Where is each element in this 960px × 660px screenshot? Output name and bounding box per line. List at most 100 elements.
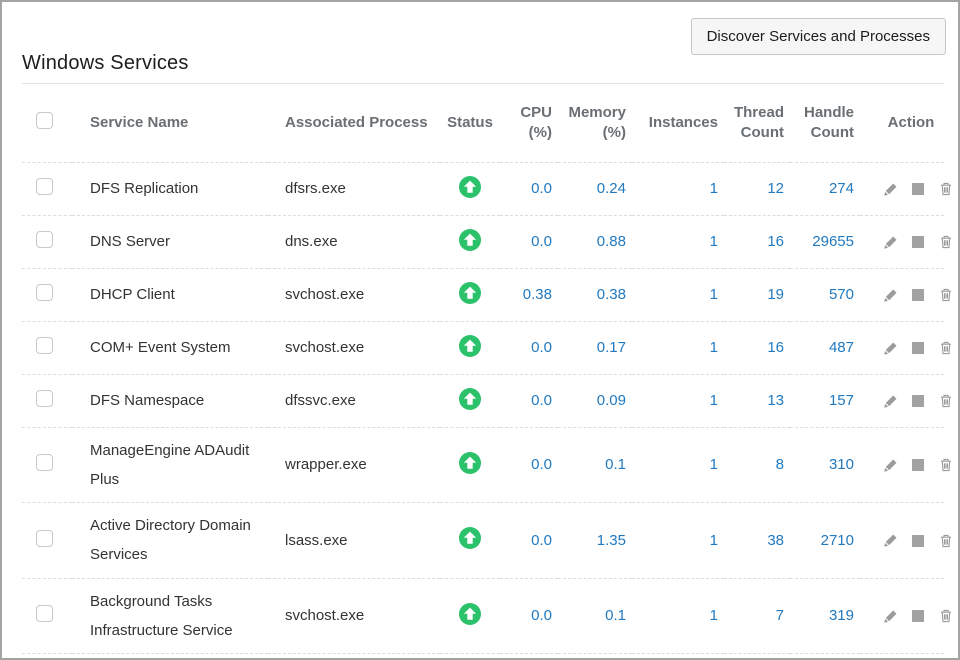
memory-value[interactable]: 0.09 [597,392,626,409]
stop-square-icon[interactable] [912,459,924,471]
action-cell [860,321,944,374]
status-up-arrow-icon [458,334,482,358]
handle-count-value[interactable]: 29655 [812,233,854,250]
handle-count-value[interactable]: 2710 [821,532,854,549]
windows-services-table: Service Name Associated Process Status C… [22,84,944,654]
row-select-cell [22,503,72,579]
associated-process: svchost.exe [285,286,364,303]
thread-count-value[interactable]: 7 [776,607,784,624]
row-checkbox[interactable] [36,178,53,195]
thread-count-value[interactable]: 38 [767,532,784,549]
stop-square-icon[interactable] [912,183,924,195]
stop-square-icon[interactable] [912,395,924,407]
memory-value[interactable]: 0.1 [605,456,626,473]
delete-trash-icon[interactable] [938,340,954,356]
edit-pencil-icon[interactable] [883,458,898,473]
edit-pencil-icon[interactable] [883,394,898,409]
delete-trash-icon[interactable] [938,533,954,549]
cpu-cell: 0.0 [500,162,558,215]
col-header-memory: Memory (%) [558,84,632,162]
stop-square-icon[interactable] [912,289,924,301]
handle-count-value[interactable]: 274 [829,180,854,197]
service-row: ManageEngine ADAudit Plus wrapper.exe 0.… [22,427,944,503]
service-name-cell: DFS Replication [72,162,268,215]
stop-square-icon[interactable] [912,610,924,622]
cpu-value[interactable]: 0.0 [531,233,552,250]
row-checkbox[interactable] [36,454,53,471]
status-cell [440,162,500,215]
action-cell [860,215,944,268]
cpu-value[interactable]: 0.0 [531,180,552,197]
instances-value[interactable]: 1 [710,607,718,624]
instances-cell: 1 [632,503,724,579]
cpu-value[interactable]: 0.0 [531,532,552,549]
stop-square-icon[interactable] [912,236,924,248]
handle-count-value[interactable]: 157 [829,392,854,409]
row-checkbox[interactable] [36,390,53,407]
status-up-arrow-icon [458,602,482,626]
edit-pencil-icon[interactable] [883,182,898,197]
delete-trash-icon[interactable] [938,181,954,197]
cpu-value[interactable]: 0.0 [531,456,552,473]
stop-square-icon[interactable] [912,342,924,354]
thread-count-value[interactable]: 8 [776,456,784,473]
row-checkbox[interactable] [36,605,53,622]
delete-trash-icon[interactable] [938,608,954,624]
instances-value[interactable]: 1 [710,286,718,303]
cpu-value[interactable]: 0.0 [531,392,552,409]
row-checkbox[interactable] [36,337,53,354]
handle-count-value[interactable]: 310 [829,456,854,473]
edit-pencil-icon[interactable] [883,288,898,303]
thread-count-value[interactable]: 16 [767,339,784,356]
delete-trash-icon[interactable] [938,287,954,303]
service-name-cell: ManageEngine ADAudit Plus [72,427,268,503]
memory-value[interactable]: 0.1 [605,607,626,624]
delete-trash-icon[interactable] [938,457,954,473]
stop-square-icon[interactable] [912,535,924,547]
edit-pencil-icon[interactable] [883,533,898,548]
table-header-row: Service Name Associated Process Status C… [22,84,944,162]
handle-count-value[interactable]: 570 [829,286,854,303]
instances-cell: 1 [632,268,724,321]
memory-value[interactable]: 0.24 [597,180,626,197]
associated-process-cell: svchost.exe [268,321,440,374]
row-checkbox[interactable] [36,530,53,547]
instances-value[interactable]: 1 [710,233,718,250]
cpu-value[interactable]: 0.0 [531,339,552,356]
cpu-value[interactable]: 0.0 [531,607,552,624]
row-checkbox[interactable] [36,231,53,248]
thread-count-value[interactable]: 12 [767,180,784,197]
memory-value[interactable]: 0.38 [597,286,626,303]
instances-value[interactable]: 1 [710,532,718,549]
instances-value[interactable]: 1 [710,339,718,356]
delete-trash-icon[interactable] [938,393,954,409]
handle-count-value[interactable]: 319 [829,607,854,624]
edit-pencil-icon[interactable] [883,235,898,250]
instances-value[interactable]: 1 [710,392,718,409]
service-name: ManageEngine ADAudit Plus [90,442,249,488]
instances-cell: 1 [632,215,724,268]
row-select-cell [22,321,72,374]
handle-count-value[interactable]: 487 [829,339,854,356]
memory-cell: 0.88 [558,215,632,268]
edit-pencil-icon[interactable] [883,341,898,356]
memory-value[interactable]: 0.17 [597,339,626,356]
select-all-checkbox[interactable] [36,112,53,129]
instances-cell: 1 [632,321,724,374]
thread-count-cell: 19 [724,268,790,321]
row-checkbox[interactable] [36,284,53,301]
instances-value[interactable]: 1 [710,456,718,473]
thread-count-value[interactable]: 16 [767,233,784,250]
thread-count-value[interactable]: 13 [767,392,784,409]
cpu-value[interactable]: 0.38 [523,286,552,303]
edit-pencil-icon[interactable] [883,609,898,624]
instances-value[interactable]: 1 [710,180,718,197]
associated-process-cell: svchost.exe [268,268,440,321]
discover-services-button[interactable]: Discover Services and Processes [691,18,946,55]
memory-value[interactable]: 0.88 [597,233,626,250]
service-name-cell: DNS Server [72,215,268,268]
action-cell [860,374,944,427]
thread-count-value[interactable]: 19 [767,286,784,303]
delete-trash-icon[interactable] [938,234,954,250]
memory-value[interactable]: 1.35 [597,532,626,549]
